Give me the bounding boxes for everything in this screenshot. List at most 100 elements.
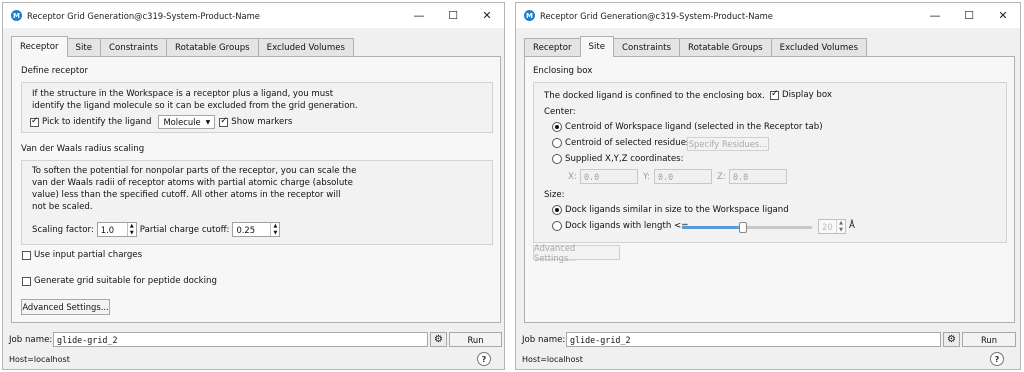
tab-bar: Receptor Site Constraints Rotatable Grou… [11,36,354,57]
size-similar-label: Dock ligands similar in size to the Work… [565,205,789,215]
scaling-factor-label: Scaling factor: [32,224,94,235]
enclosing-box-heading: Enclosing box [533,66,593,76]
tab-receptor[interactable]: Receptor [524,38,581,56]
window-title: Receptor Grid Generation@c319-System-Pro… [27,10,260,21]
tab-rotatable-groups[interactable]: Rotatable Groups [166,38,259,56]
show-markers-checkbox[interactable] [219,116,229,127]
host-label: Host=localhost [522,355,583,364]
receptor-tab-panel: Define receptor If the structure in the … [11,56,501,323]
close-button[interactable]: ✕ [986,3,1020,28]
tab-site[interactable]: Site [579,36,614,57]
tab-excluded-volumes[interactable]: Excluded Volumes [770,38,867,56]
center-workspace-ligand-radio[interactable] [552,122,562,132]
job-name-label: Job name: [522,335,566,345]
vdw-text-1: To soften the potential for nonpolar par… [32,166,357,176]
scaling-factor-value: 1.0 [100,224,115,235]
maximize-button[interactable]: ☐ [952,3,986,28]
length-slider-handle[interactable] [739,222,748,233]
spin-down-icon[interactable]: ▼ [837,227,845,234]
tab-constraints[interactable]: Constraints [100,38,168,56]
tab-rotatable-groups[interactable]: Rotatable Groups [679,38,772,56]
receptor-grid-window-left: M Receptor Grid Generation@c319-System-P… [2,2,505,370]
tab-constraints[interactable]: Constraints [613,38,681,56]
size-length-label: Dock ligands with length <= [565,221,689,231]
spin-up-icon[interactable]: ▲ [271,223,279,230]
y-coord-input[interactable]: 0.0 [654,169,712,184]
job-name-input[interactable]: glide-grid_2 [53,332,428,347]
tab-bar: Receptor Site Constraints Rotatable Grou… [524,36,867,57]
pick-ligand-label: Pick to identify the ligand [42,117,152,127]
define-receptor-group: If the structure in the Workspace is a r… [21,82,493,133]
center-workspace-ligand-label: Centroid of Workspace ligand (selected i… [565,122,823,132]
size-similar-radio[interactable] [552,205,562,215]
size-length-radio[interactable] [552,221,562,231]
gear-icon[interactable]: ⚙ [430,332,447,347]
display-box-label: Display box [782,90,832,100]
center-selected-residues-radio[interactable] [552,138,562,148]
center-supplied-coordinates-radio[interactable] [552,154,562,164]
length-spinbox[interactable]: 20 ▲ ▼ [818,219,846,234]
length-slider-fill [682,226,744,229]
input-partial-charges-checkbox[interactable] [22,250,31,260]
confined-text: The docked ligand is confined to the enc… [544,91,765,101]
pick-mode-value: Molecule [163,117,201,127]
close-button[interactable]: ✕ [470,3,504,28]
center-supplied-coordinates-label: Supplied X,Y,Z coordinates: [565,154,684,164]
receptor-grid-window-right: M Receptor Grid Generation@c319-System-P… [515,2,1021,370]
partial-charge-cutoff-spinbox[interactable]: 0.25 ▲ ▼ [232,222,281,237]
display-box-checkbox[interactable] [770,89,779,100]
title-bar: M Receptor Grid Generation@c319-System-P… [3,3,504,28]
vdw-text-3: value) less than the specified cutoff. A… [32,190,341,200]
x-coord-input[interactable]: 0.0 [580,169,638,184]
partial-charge-cutoff-value: 0.25 [236,224,256,235]
vdw-scaling-heading: Van der Waals radius scaling [21,144,145,154]
pick-mode-select[interactable]: Molecule ▼ [158,115,216,129]
z-coord-label: Z: [717,172,726,182]
spin-up-icon[interactable]: ▲ [128,223,136,230]
length-unit-label: Å [849,221,855,231]
minimize-button[interactable]: — [402,3,436,28]
scaling-factor-spinbox[interactable]: 1.0 ▲ ▼ [96,222,137,237]
peptide-docking-checkbox[interactable] [22,276,31,286]
input-partial-charges-label: Use input partial charges [34,250,143,260]
app-logo-icon: M [11,10,22,21]
help-icon[interactable]: ? [990,352,1004,366]
site-tab-panel: Enclosing box The docked ligand is confi… [524,56,1015,323]
define-receptor-text-2: identify the ligand molecule so it can b… [32,101,358,111]
z-coord-input[interactable]: 0.0 [729,169,787,184]
gear-icon[interactable]: ⚙ [943,332,960,347]
tab-excluded-volumes[interactable]: Excluded Volumes [257,38,354,56]
job-name-label: Job name: [9,335,53,345]
vdw-text-2: van der Waals radii of receptor atoms wi… [32,178,353,188]
x-coord-label: X: [568,172,577,182]
y-coord-label: Y: [643,172,651,182]
specify-residues-button[interactable]: Specify Residues... [687,137,769,151]
tab-site[interactable]: Site [66,38,101,56]
spin-down-icon[interactable]: ▼ [128,230,136,237]
advanced-settings-button[interactable]: Advanced Settings... [21,299,110,315]
peptide-docking-label: Generate grid suitable for peptide docki… [34,276,217,286]
job-name-input[interactable]: glide-grid_2 [566,332,941,347]
size-label: Size: [544,190,565,200]
host-label: Host=localhost [9,355,70,364]
vdw-scaling-group: To soften the potential for nonpolar par… [21,160,493,245]
help-icon[interactable]: ? [477,352,491,366]
center-selected-residues-label: Centroid of selected residues: [565,138,694,148]
length-value: 20 [822,221,833,232]
tab-receptor[interactable]: Receptor [11,36,68,57]
chevron-down-icon: ▼ [205,118,211,126]
run-button[interactable]: Run [962,332,1016,347]
vdw-text-4: not be scaled. [32,202,93,212]
maximize-button[interactable]: ☐ [436,3,470,28]
app-logo-icon: M [524,10,535,21]
title-bar: M Receptor Grid Generation@c319-System-P… [516,3,1020,28]
minimize-button[interactable]: — [918,3,952,28]
spin-down-icon[interactable]: ▼ [271,230,279,237]
spin-up-icon[interactable]: ▲ [837,220,845,227]
show-markers-label: Show markers [231,117,293,127]
run-button[interactable]: Run [449,332,502,347]
advanced-settings-button[interactable]: Advanced Settings... [533,243,620,263]
pick-ligand-checkbox[interactable] [30,116,39,127]
define-receptor-text-1: If the structure in the Workspace is a r… [32,89,334,99]
enclosing-box-group: The docked ligand is confined to the enc… [533,82,1007,243]
